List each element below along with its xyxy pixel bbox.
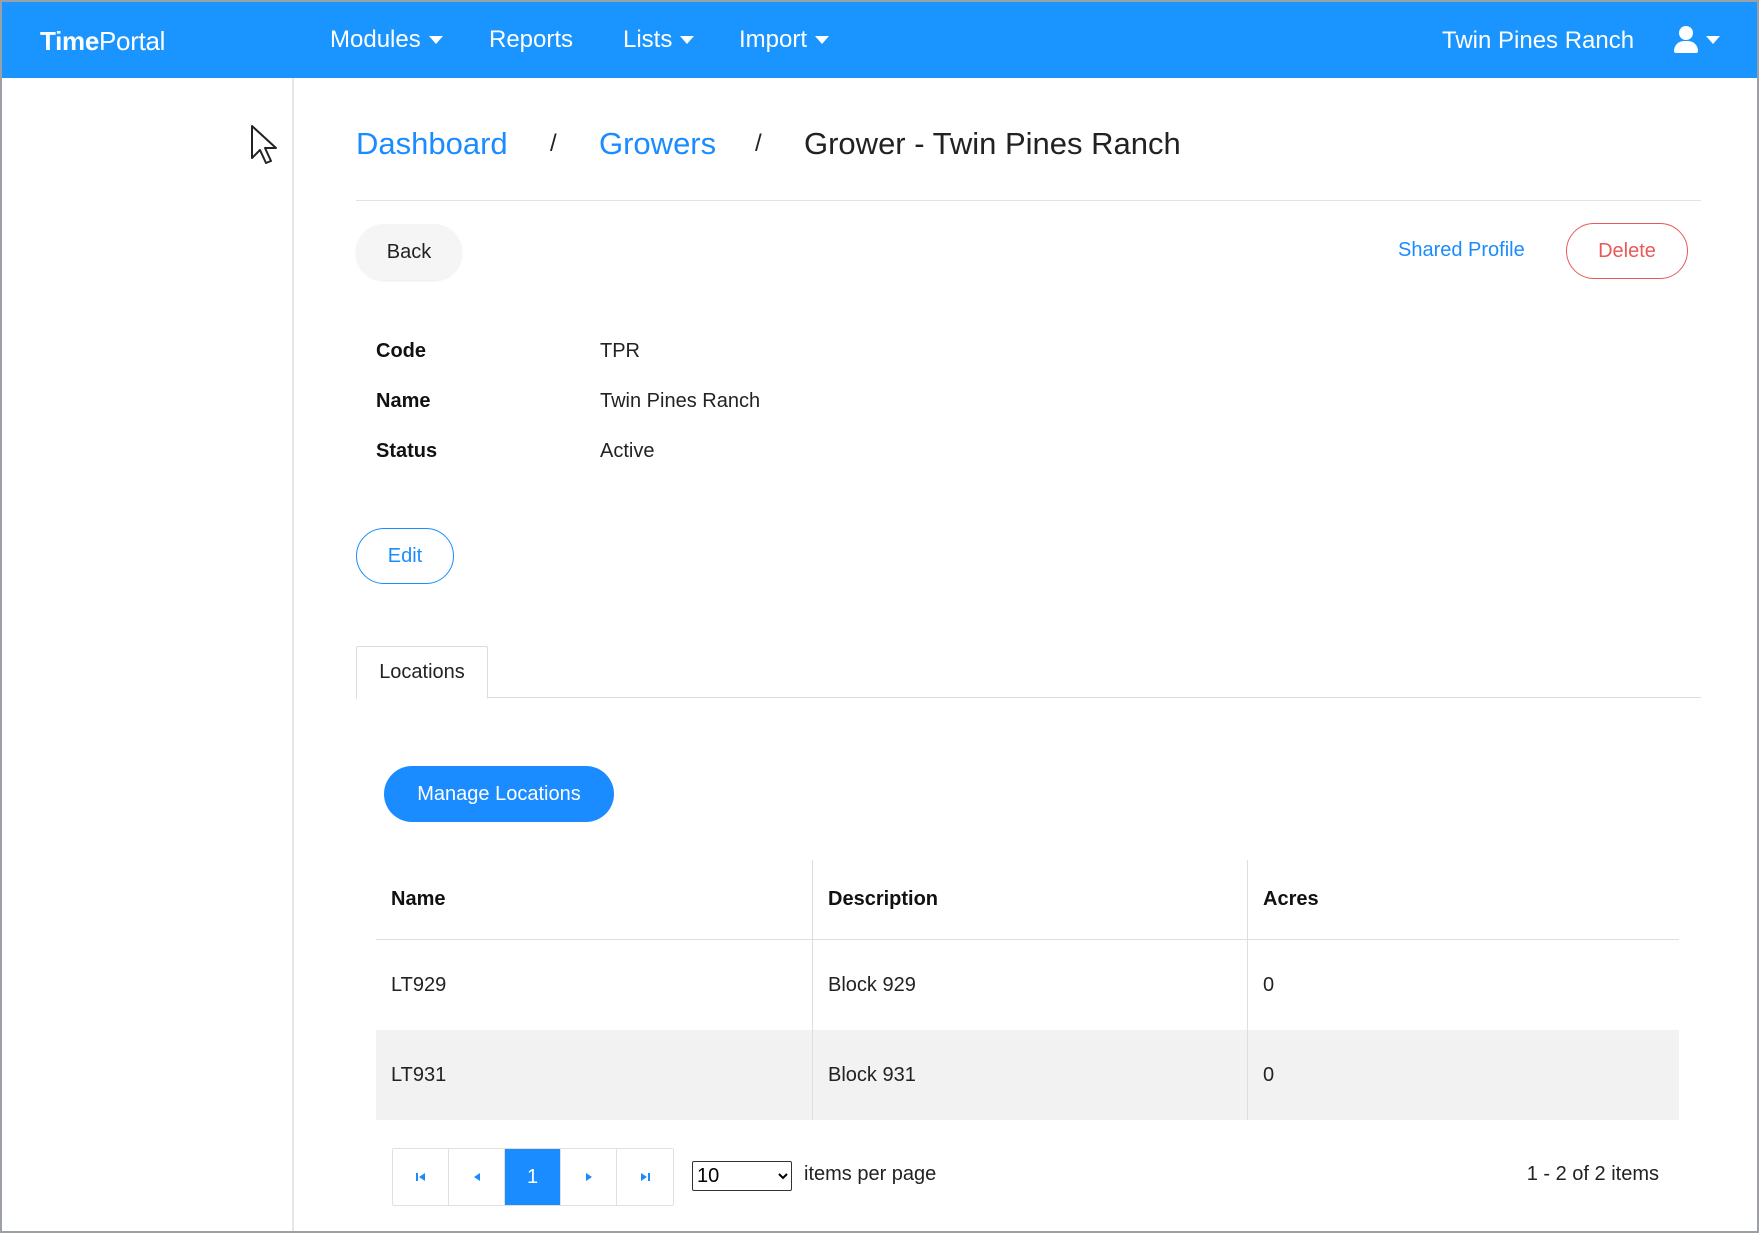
manage-locations-button[interactable]: Manage Locations [384,766,614,822]
prev-page-icon [473,1173,480,1181]
pager-buttons: 1 [392,1148,674,1206]
app-window: TimePortal Modules Reports Lists Import … [0,0,1759,1233]
page-number-button[interactable]: 1 [505,1149,561,1205]
first-page-icon [415,1173,425,1181]
next-page-button[interactable] [561,1149,617,1205]
cell-description: Block 931 [812,1030,1247,1120]
caret-down-icon [815,36,830,44]
mouse-cursor-icon [251,125,277,164]
pager: 1 10 items per page 1 - 2 of 2 items [392,1148,1695,1206]
nav-lists[interactable]: Lists [623,26,695,54]
edit-button[interactable]: Edit [356,528,454,584]
brand-bold-text: Time [40,26,100,56]
page-size-select[interactable]: 10 [692,1161,792,1191]
back-button[interactable]: Back [356,224,462,280]
table-row[interactable]: LT931 Block 931 0 [376,1030,1679,1120]
cell-acres: 0 [1247,940,1679,1030]
delete-button[interactable]: Delete [1566,223,1688,279]
nav-reports[interactable]: Reports [489,26,573,54]
page-title: Grower - Twin Pines Ranch [804,126,1181,161]
cell-name: LT931 [391,1063,447,1086]
detail-label: Name [376,390,431,412]
cell-name: LT929 [391,973,447,996]
next-page-icon [585,1173,592,1181]
caret-down-icon [680,36,695,44]
detail-label: Code [376,340,426,362]
user-menu[interactable] [1674,26,1720,54]
nav-lists-label: Lists [623,26,673,53]
items-per-page-label: items per page [804,1163,937,1185]
tab-locations[interactable]: Locations [356,646,488,699]
breadcrumb-growers[interactable]: Growers [599,126,716,162]
breadcrumb-separator: / [550,130,557,157]
user-icon [1674,26,1698,54]
table-row[interactable]: LT929 Block 929 0 [376,940,1679,1030]
tab-bar: Locations [356,646,1701,699]
sidebar [2,78,294,1231]
org-name[interactable]: Twin Pines Ranch [1442,27,1634,55]
caret-down-icon [428,36,443,44]
table-header: Name Description Acres [376,860,1679,940]
header-divider [356,200,1701,201]
nav-modules[interactable]: Modules [330,26,443,54]
detail-value: Active [600,440,655,462]
detail-value: Twin Pines Ranch [600,390,761,412]
breadcrumb-dashboard[interactable]: Dashboard [356,126,508,162]
nav-import-label: Import [739,26,808,53]
cell-acres: 0 [1247,1030,1679,1120]
column-header-description[interactable]: Description [812,860,1247,939]
nav-import[interactable]: Import [739,26,830,54]
caret-down-icon [1706,36,1720,44]
pager-info: 1 - 2 of 2 items [1526,1163,1659,1185]
brand-logo[interactable]: TimePortal [40,26,165,57]
shared-profile-link[interactable]: Shared Profile [1398,239,1525,262]
last-page-icon [641,1173,650,1181]
prev-page-button[interactable] [449,1149,505,1205]
column-header-name[interactable]: Name [376,860,812,939]
column-header-acres[interactable]: Acres [1247,860,1679,939]
last-page-button[interactable] [617,1149,673,1205]
nav-reports-label: Reports [489,26,574,53]
detail-value: TPR [600,340,640,362]
breadcrumb-separator: / [755,130,762,157]
detail-label: Status [376,440,438,462]
brand-light-text: Portal [99,26,166,56]
first-page-button[interactable] [393,1149,449,1205]
nav-modules-label: Modules [330,26,421,53]
top-navbar: TimePortal Modules Reports Lists Import … [2,2,1757,78]
cell-description: Block 929 [812,940,1247,1030]
